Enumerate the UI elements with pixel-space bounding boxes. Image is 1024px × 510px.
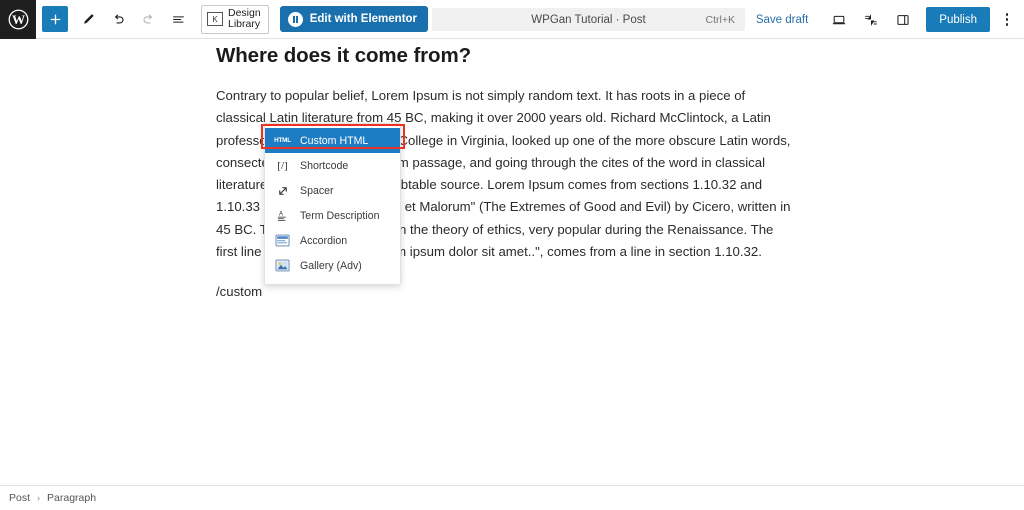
plus-icon [50,14,60,24]
html-code-icon: HTML [274,137,291,144]
undo-arrow-icon [114,14,123,23]
slash-menu-label: Shortcode [300,159,349,172]
spacer-resize-icon [274,183,291,198]
design-library-line2: Library [228,18,261,30]
shortcode-bracket-icon: [/] [277,159,288,172]
gallery-image-icon [274,258,291,273]
save-draft-button[interactable]: Save draft [748,10,816,30]
post-heading[interactable]: Where does it come from? [216,44,796,68]
editor-toolbar: W K Design Library Edit with Elementor W… [0,0,1024,39]
add-block-button[interactable] [42,6,68,32]
settings-sidebar-button[interactable] [888,5,918,35]
slash-menu-label: Accordion [300,234,348,247]
slash-menu-label: Term Description [300,209,380,222]
design-library-icon: K [207,12,223,26]
redo-arrow-icon [143,14,152,23]
slash-menu-item-spacer[interactable]: Spacer [265,178,400,203]
editor-canvas[interactable]: Where does it come from? Contrary to pop… [0,39,1024,492]
jetpack-icon [865,13,878,26]
breadcrumb-item-post[interactable]: Post [9,492,30,504]
command-shortcut-hint: Ctrl+K [705,13,735,26]
toolbar-right-group: Save draft Publish [748,0,1020,39]
slash-menu-label: Custom HTML [300,134,369,147]
design-library-button[interactable]: K Design Library [201,4,269,34]
list-view-button[interactable] [163,4,193,34]
more-options-button[interactable] [994,5,1020,35]
undo-button[interactable] [103,4,133,34]
redo-button[interactable] [133,4,163,34]
edit-with-elementor-button[interactable]: Edit with Elementor [279,6,429,32]
slash-menu-item-custom-html[interactable]: HTML Custom HTML [265,128,400,153]
editor-footer-breadcrumb: Post › Paragraph [0,485,1024,510]
slash-menu-item-accordion[interactable]: Accordion [265,228,400,253]
wordpress-logo-icon[interactable]: W [0,0,36,39]
toolbar-left-group: K Design Library Edit with Elementor [36,4,429,34]
wordpress-editor-window: W K Design Library Edit with Elementor W… [0,0,1024,510]
pencil-edit-icon [83,13,94,24]
preview-button[interactable] [824,5,854,35]
slash-menu-item-term-description[interactable]: A Term Description [265,203,400,228]
list-view-icon [172,15,184,23]
command-palette-bar[interactable]: WPGan Tutorial · Post Ctrl+K [432,8,745,31]
jetpack-button[interactable] [856,5,886,35]
slash-menu-label: Gallery (Adv) [300,259,362,272]
breadcrumb-separator-icon: › [37,493,41,503]
design-library-label: Design Library [228,7,261,31]
slash-menu-item-gallery-adv[interactable]: Gallery (Adv) [265,253,400,278]
kebab-dot [1005,23,1009,26]
tools-edit-button[interactable] [73,4,103,34]
document-title: WPGan Tutorial · Post [531,13,646,26]
accordion-icon [274,233,291,248]
slash-menu-item-shortcode[interactable]: [/] Shortcode [265,153,400,178]
kebab-dot [1005,13,1009,16]
block-inserter-dropdown[interactable]: HTML Custom HTML [/] Shortcode Spacer A [264,123,401,285]
publish-button[interactable]: Publish [926,7,990,32]
slash-menu-label: Spacer [300,184,334,197]
preview-monitor-icon [833,15,846,24]
svg-text:W: W [11,12,24,27]
kebab-dot [1005,18,1009,21]
elementor-logo-icon [287,11,303,27]
term-description-icon: A [274,208,291,223]
sidebar-panel-icon [897,14,909,25]
elementor-button-label: Edit with Elementor [309,13,418,25]
breadcrumb-item-paragraph[interactable]: Paragraph [47,492,96,504]
